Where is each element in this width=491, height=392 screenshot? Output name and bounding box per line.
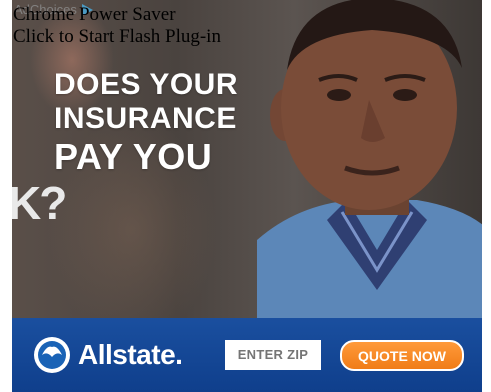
allstate-ad-banner[interactable]: DOES YOUR INSURANCE PAY YOU K? Allstate.… [12, 0, 482, 392]
allstate-logo[interactable]: Allstate. [32, 335, 183, 375]
partial-question-text: K? [12, 177, 67, 229]
quote-now-button[interactable]: QUOTE NOW [340, 340, 464, 371]
flash-overlay-line-2[interactable]: Click to Start Flash Plug-in [13, 26, 221, 48]
brand-name: Allstate. [78, 339, 183, 370]
zip-input[interactable] [225, 340, 321, 370]
ad-headline: DOES YOUR INSURANCE PAY YOU [54, 68, 238, 178]
flash-plugin-overlay[interactable]: Chrome Power Saver Click to Start Flash … [13, 4, 221, 48]
headline-line-3: PAY YOU [54, 136, 213, 177]
headline-line-2: INSURANCE [54, 102, 237, 135]
allstate-hands-icon [34, 337, 70, 373]
cta-bar: Allstate. QUOTE NOW [12, 318, 482, 392]
flash-overlay-line-1: Chrome Power Saver [13, 4, 176, 25]
spokesperson-image [257, 0, 482, 330]
headline-line-1: DOES YOUR [54, 68, 238, 101]
